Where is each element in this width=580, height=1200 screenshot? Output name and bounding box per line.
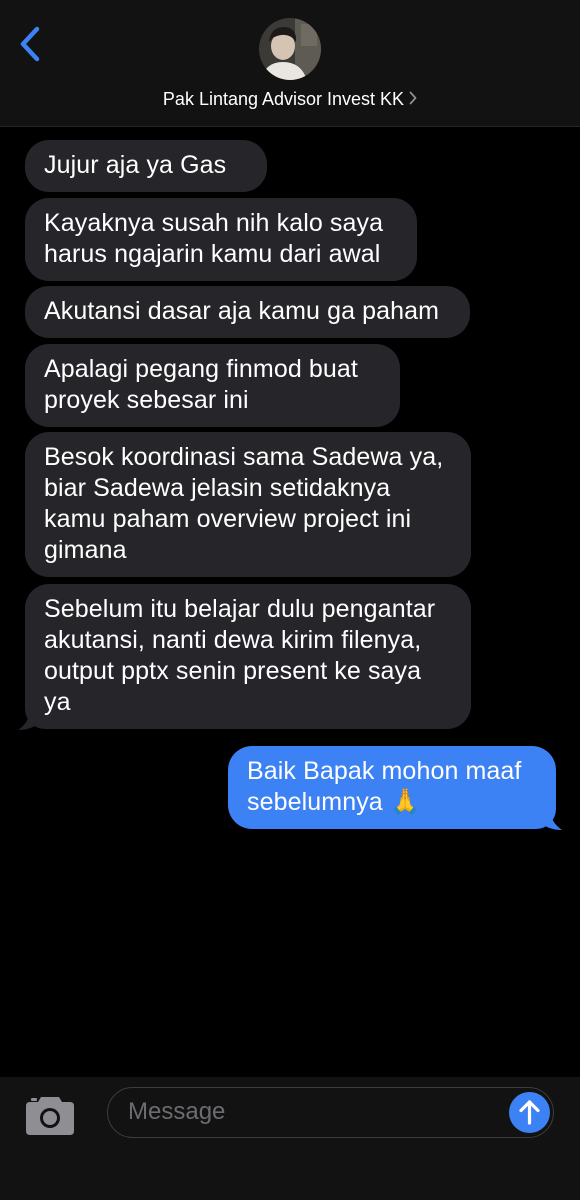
- camera-icon: [26, 1097, 74, 1135]
- message-bubble-incoming[interactable]: Akutansi dasar aja kamu ga paham: [25, 286, 470, 338]
- bubble-tail-outgoing: [540, 808, 562, 830]
- message-input[interactable]: [128, 1088, 498, 1136]
- message-bubble-incoming[interactable]: Jujur aja ya Gas: [25, 140, 267, 192]
- message-field: [107, 1087, 554, 1138]
- chevron-right-icon: [409, 88, 417, 110]
- message-bubble-incoming[interactable]: Besok koordinasi sama Sadewa ya, biar Sa…: [25, 432, 471, 577]
- avatar[interactable]: [259, 18, 321, 80]
- message-bubble-incoming[interactable]: Kayaknya susah nih kalo saya harus ngaja…: [25, 198, 417, 281]
- contact-name: Pak Lintang Advisor Invest KK: [162, 89, 405, 109]
- conversation-header: Pak Lintang Advisor Invest KK: [0, 0, 580, 127]
- bubble-tail-incoming: [18, 708, 40, 730]
- compose-bar: [0, 1077, 580, 1200]
- send-button[interactable]: [509, 1092, 550, 1133]
- back-button[interactable]: [14, 24, 50, 64]
- message-bubble-incoming[interactable]: Sebelum itu belajar dulu pengantar akuta…: [25, 584, 471, 729]
- message-bubble-incoming[interactable]: Apalagi pegang finmod buat proyek sebesa…: [25, 344, 400, 427]
- message-bubble-outgoing[interactable]: Baik Bapak mohon maaf sebelumnya 🙏: [228, 746, 556, 829]
- chevron-left-icon: [20, 26, 40, 62]
- contact-name-button[interactable]: Pak Lintang Advisor Invest KK: [0, 88, 580, 110]
- arrow-up-icon: [519, 1100, 540, 1125]
- avatar-photo: [259, 18, 321, 80]
- camera-button[interactable]: [24, 1093, 76, 1137]
